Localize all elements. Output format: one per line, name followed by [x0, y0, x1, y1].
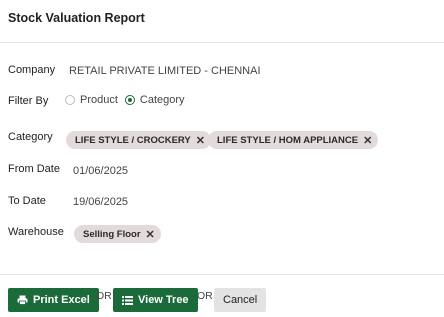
from-date-field[interactable]: 01/06/2025: [73, 165, 128, 177]
print-excel-label: Print Excel: [33, 294, 90, 306]
radio-product[interactable]: [65, 95, 75, 105]
category-chip-label: LIFE STYLE / HOM APPLIANCE: [217, 134, 359, 146]
radio-category-label: Category: [139, 94, 185, 106]
or-separator: OR: [197, 290, 213, 302]
category-chip: LIFE STYLE / HOM APPLIANCE ✕: [208, 131, 379, 149]
category-label: Category: [8, 131, 53, 143]
from-date-label: From Date: [8, 163, 60, 175]
printer-icon: [17, 295, 28, 305]
close-icon[interactable]: ✕: [146, 228, 155, 241]
filter-option-category[interactable]: Category: [124, 94, 185, 106]
footer-divider: [0, 274, 444, 275]
to-date-label: To Date: [8, 195, 46, 207]
to-date-field[interactable]: 19/06/2025: [73, 196, 128, 208]
filter-option-product[interactable]: Product: [65, 94, 118, 106]
or-separator: OR: [96, 290, 112, 302]
category-chip-label: LIFE STYLE / CROCKERY: [75, 134, 191, 146]
close-icon[interactable]: ✕: [363, 134, 372, 147]
filter-by-radio-group: Product Category: [65, 94, 192, 106]
warehouse-chip: Selling Floor ✕: [74, 225, 161, 243]
cancel-button[interactable]: Cancel: [214, 288, 267, 312]
dialog-title: Stock Valuation Report: [8, 11, 145, 25]
close-icon[interactable]: ✕: [196, 134, 205, 147]
print-excel-button[interactable]: Print Excel: [8, 288, 99, 312]
dialog-header: Stock Valuation Report: [0, 0, 444, 43]
view-tree-button[interactable]: View Tree: [113, 288, 198, 312]
filter-by-label: Filter By: [8, 95, 49, 107]
cancel-label: Cancel: [223, 294, 258, 306]
warehouse-label: Warehouse: [8, 226, 64, 238]
company-label: Company: [8, 64, 56, 76]
radio-product-label: Product: [80, 94, 118, 106]
warehouse-chip-label: Selling Floor: [83, 228, 141, 240]
radio-category[interactable]: [124, 95, 135, 105]
list-icon: [122, 295, 133, 305]
category-chip: LIFE STYLE / CROCKERY ✕: [66, 131, 211, 149]
company-value: RETAIL PRIVATE LIMITED - CHENNAI: [69, 65, 261, 77]
view-tree-label: View Tree: [138, 294, 189, 306]
